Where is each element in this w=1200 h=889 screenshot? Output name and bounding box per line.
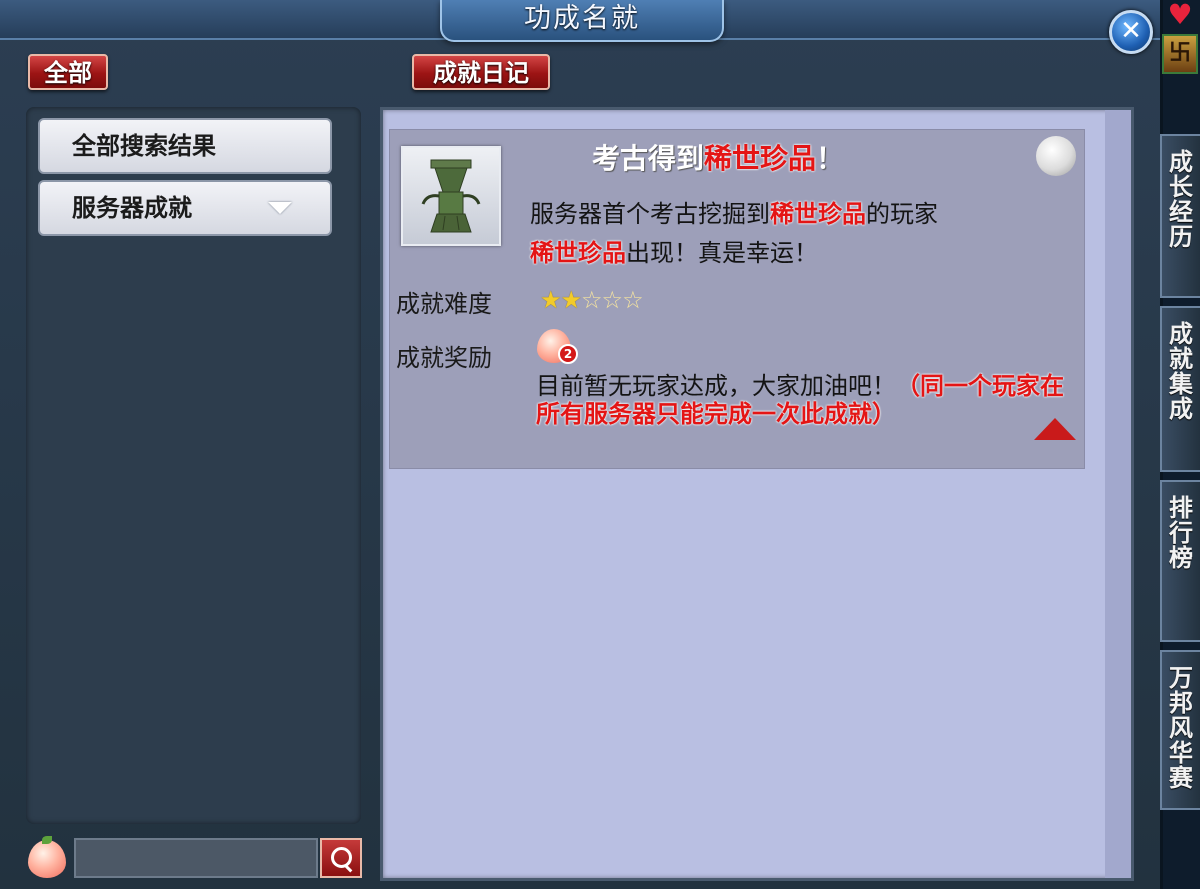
star-empty-icon: ☆: [601, 286, 623, 314]
achievement-description-line2: 稀世珍品出现！真是幸运！: [530, 239, 818, 267]
heart-icon[interactable]: ♥: [1163, 1, 1197, 29]
star-filled-icon: ★: [540, 286, 561, 314]
side-tab-competition[interactable]: 万邦风华赛: [1160, 650, 1200, 810]
side-tab-ranking[interactable]: 排行榜: [1160, 480, 1200, 642]
reward-label: 成就奖励: [396, 344, 492, 372]
search-input[interactable]: [74, 838, 318, 878]
difficulty-stars: ★★☆☆☆: [540, 286, 644, 314]
reward-count-badge: 2: [558, 344, 578, 364]
star-empty-icon: ☆: [581, 286, 602, 314]
achievement-description-line1: 服务器首个考古挖掘到稀世珍品的玩家: [530, 200, 938, 228]
star-empty-icon: ☆: [622, 286, 643, 314]
bronze-vessel-icon: [421, 159, 481, 233]
peach-icon: [28, 836, 66, 878]
game-emblem-icon[interactable]: 卐: [1162, 34, 1198, 74]
egg-icon[interactable]: [1036, 136, 1076, 176]
diary-button[interactable]: 成就日记: [412, 54, 550, 90]
category-server-achievements[interactable]: 服务器成就: [38, 180, 332, 236]
star-filled-icon: ★: [560, 286, 582, 314]
side-tab-achievements[interactable]: 成就集成: [1160, 306, 1200, 472]
collapse-arrow-icon[interactable]: [1034, 418, 1076, 440]
category-all-results[interactable]: 全部搜索结果: [38, 118, 332, 174]
chevron-down-icon[interactable]: [268, 202, 292, 214]
category-label: 全部搜索结果: [72, 132, 216, 160]
scrollbar[interactable]: [1105, 110, 1131, 878]
side-tab-growth[interactable]: 成长经历: [1160, 134, 1200, 298]
achievement-icon-frame: [401, 146, 501, 246]
all-button[interactable]: 全部: [28, 54, 108, 90]
difficulty-label: 成就难度: [396, 290, 492, 318]
achievement-title: 考古得到稀世珍品！: [592, 142, 845, 175]
close-icon[interactable]: ✕: [1109, 10, 1153, 54]
search-icon: [331, 847, 352, 868]
search-button[interactable]: [320, 838, 362, 878]
achievement-status: 目前暂无玩家达成，大家加油吧！（同一个玩家在所有服务器只能完成一次此成就）: [536, 372, 1064, 428]
category-label: 服务器成就: [72, 194, 192, 222]
window-title: 功成名就: [440, 0, 724, 42]
